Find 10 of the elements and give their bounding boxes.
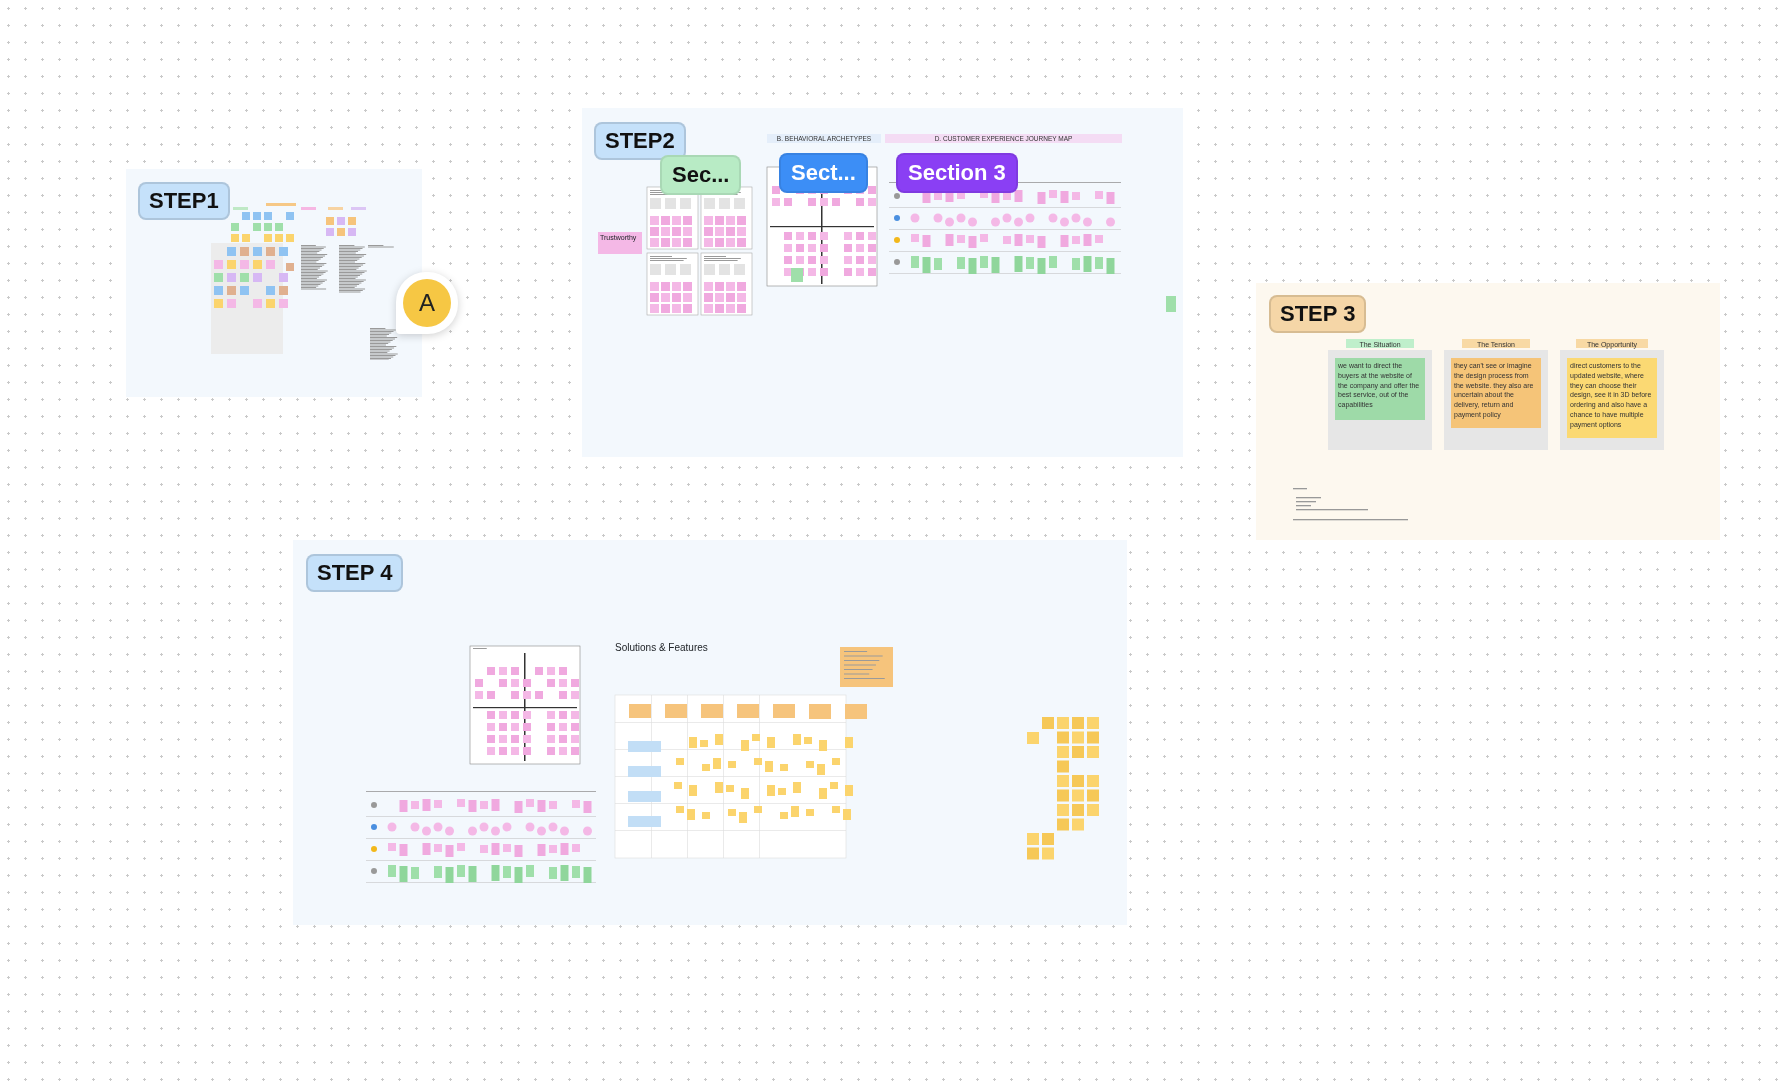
sticky-notes-drawing [1166,296,1176,312]
section-label[interactable]: Sec... [660,155,742,195]
frame-label: STEP 3 [1269,295,1367,333]
section-label[interactable]: Section 3 [896,153,1018,193]
frame-label: STEP2 [594,122,686,160]
sticky-notes-drawing [840,647,893,687]
frame-label: STEP1 [138,182,230,220]
section-heading: Solutions & Features [615,641,708,655]
user-avatar[interactable]: A [403,279,451,327]
frame-label: STEP 4 [306,554,404,592]
